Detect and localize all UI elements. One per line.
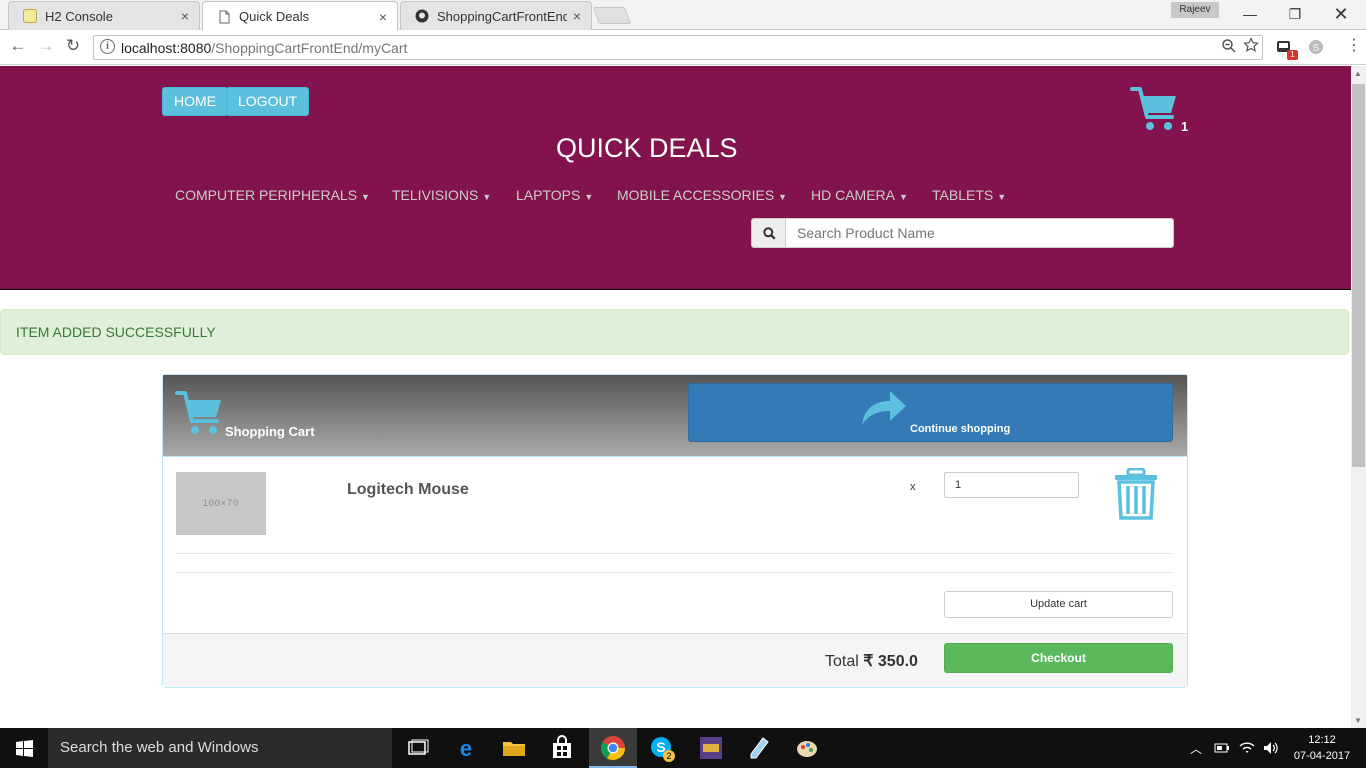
brand-title: QUICK DEALS (556, 133, 738, 163)
edge-browser-icon[interactable]: e (452, 734, 480, 762)
url-host: localhost:8080 (121, 40, 212, 56)
store-icon[interactable] (548, 734, 576, 762)
tab-title: Quick Deals (239, 9, 310, 24)
close-tab-icon[interactable]: × (181, 8, 189, 24)
search-button[interactable] (751, 218, 786, 248)
nav-tablets[interactable]: TABLETS ▼ (932, 187, 1006, 203)
new-tab-button[interactable] (592, 7, 632, 24)
file-explorer-icon[interactable] (500, 734, 528, 762)
total-value: 350.0 (877, 653, 918, 670)
skype-badge: 2 (663, 750, 675, 762)
battery-icon[interactable] (1214, 741, 1230, 760)
nav-laptops[interactable]: LAPTOPS ▼ (516, 187, 593, 203)
menu-icon[interactable]: ⋮ (1346, 38, 1362, 54)
minimize-icon[interactable]: — (1238, 4, 1262, 24)
clock-date: 07-04-2017 (1293, 750, 1351, 762)
notepad-icon[interactable] (745, 734, 773, 762)
close-tab-icon[interactable]: × (379, 9, 387, 25)
svg-text:e: e (460, 736, 472, 761)
tab-h2-console[interactable]: H2 Console × (8, 1, 200, 30)
product-thumbnail: 100×70 (176, 472, 266, 535)
cart-title: Shopping Cart (225, 424, 315, 439)
windows-start-icon[interactable] (16, 740, 33, 762)
nav-mobile-accessories[interactable]: MOBILE ACCESSORIES ▼ (617, 187, 787, 203)
cart-total: Total ₹ 350.0 (825, 651, 918, 671)
home-button[interactable]: HOME (162, 87, 228, 116)
page-favicon-icon (217, 10, 231, 24)
reload-icon[interactable]: ↻ (63, 36, 83, 56)
update-cart-button[interactable]: Update cart (944, 591, 1173, 618)
zoom-icon[interactable] (1221, 38, 1237, 59)
total-label: Total (825, 653, 859, 670)
back-icon[interactable]: ← (8, 36, 28, 56)
skype-extension-icon[interactable]: S (1308, 39, 1324, 60)
nav-label: COMPUTER PERIPHERALS (175, 187, 358, 203)
profile-button[interactable]: Rajeev (1171, 2, 1219, 18)
task-view-icon[interactable] (404, 734, 432, 762)
close-tab-icon[interactable]: × (573, 8, 581, 24)
github-icon (415, 9, 429, 23)
tab-title: ShoppingCartFrontEndM (437, 8, 567, 24)
volume-icon[interactable] (1262, 740, 1280, 761)
quantity-input[interactable] (944, 472, 1079, 498)
nav-label: TELIVISIONS (392, 187, 479, 203)
tab-title: H2 Console (45, 8, 113, 24)
checkout-button[interactable]: Checkout (944, 643, 1173, 673)
product-name: Logitech Mouse (347, 481, 469, 498)
share-arrow-icon (860, 389, 908, 432)
close-window-icon[interactable]: ✕ (1329, 4, 1353, 24)
show-hidden-icons-icon[interactable]: ︿ (1190, 740, 1202, 757)
svg-text:S: S (1313, 43, 1320, 54)
search-icon (763, 227, 776, 240)
tab-github[interactable]: ShoppingCartFrontEndM × (400, 1, 592, 30)
forward-icon[interactable]: → (36, 36, 56, 56)
h2-favicon-icon (23, 9, 37, 23)
cart-count: 1 (1181, 119, 1189, 134)
restore-icon[interactable]: ❐ (1283, 4, 1307, 24)
extension-badge: 1 (1287, 50, 1298, 60)
nav-televisions[interactable]: TELIVISIONS ▼ (392, 187, 491, 203)
row-divider (176, 572, 1173, 573)
continue-shopping-label: Continue shopping (910, 423, 1011, 435)
taskbar-search-box[interactable]: Search the web and Windows (48, 728, 392, 768)
scroll-down-icon[interactable]: ▼ (1354, 716, 1362, 725)
url-text[interactable]: localhost:8080/ShoppingCartFrontEnd/myCa… (121, 40, 407, 56)
scroll-up-icon[interactable]: ▲ (1354, 69, 1362, 78)
nav-label: LAPTOPS (516, 187, 581, 203)
caret-down-icon: ▼ (778, 192, 788, 202)
nav-hd-camera[interactable]: HD CAMERA ▼ (811, 187, 908, 203)
cart-icon[interactable] (1130, 86, 1178, 139)
paint-icon[interactable] (794, 734, 822, 762)
clock-time: 12:12 (1308, 734, 1336, 746)
search-input[interactable] (785, 218, 1174, 248)
bookmark-star-icon[interactable] (1243, 37, 1259, 58)
row-divider (176, 553, 1173, 554)
game-app-icon[interactable] (697, 734, 725, 762)
site-info-icon[interactable]: i (100, 39, 115, 54)
caret-down-icon: ▼ (482, 192, 492, 202)
caret-down-icon: ▼ (899, 192, 908, 202)
nav-label: TABLETS (932, 187, 994, 203)
network-icon[interactable] (1238, 740, 1256, 761)
success-alert: ITEM ADDED SUCCESSFULLY (0, 309, 1349, 355)
nav-computer-peripherals[interactable]: COMPUTER PERIPHERALS ▼ (175, 187, 370, 203)
chrome-icon (599, 734, 627, 762)
trash-icon[interactable] (1114, 467, 1158, 525)
shopping-cart-icon (175, 390, 223, 443)
url-path: /ShoppingCartFrontEnd/myCart (211, 40, 408, 56)
logout-button[interactable]: LOGOUT (226, 87, 310, 116)
caret-down-icon: ▼ (361, 192, 370, 202)
caret-down-icon: ▼ (584, 192, 594, 202)
scrollbar-thumb[interactable] (1352, 84, 1365, 467)
nav-label: HD CAMERA (811, 187, 896, 203)
caret-down-icon: ▼ (997, 192, 1007, 202)
tab-quick-deals[interactable]: Quick Deals × (202, 1, 398, 31)
taskbar-clock[interactable]: 12:12 07-04-2017 (1290, 732, 1354, 764)
currency-symbol: ₹ (863, 653, 874, 670)
quantity-multiplier: x (910, 481, 916, 493)
nav-label: MOBILE ACCESSORIES (617, 187, 775, 203)
